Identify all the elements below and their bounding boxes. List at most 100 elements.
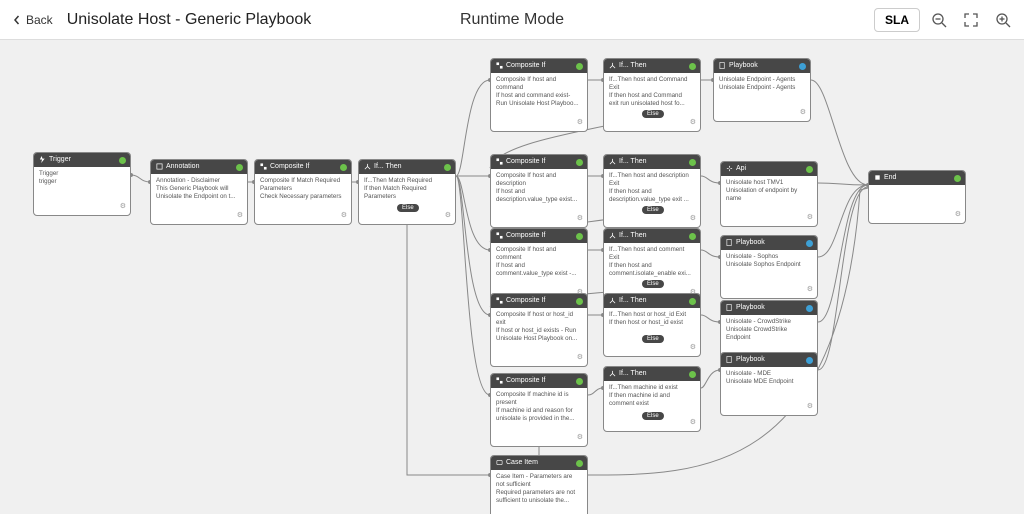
node-line: Unisolate host TMV1	[726, 179, 812, 187]
gear-icon[interactable]: ⚙	[577, 434, 583, 441]
status-dot	[689, 159, 696, 166]
back-label: Back	[26, 13, 53, 27]
node-compE[interactable]: Composite If Composite If machine id isp…	[490, 373, 588, 447]
node-ifC[interactable]: If... Then If...Then host and commentExi…	[603, 228, 701, 302]
status-dot	[576, 378, 583, 385]
status-dot	[576, 460, 583, 467]
node-line: description.value_type exit ...	[609, 196, 695, 204]
node-line: If then host and	[609, 262, 695, 270]
node-line: If host or host_id exists - Run	[496, 327, 582, 335]
node-line: This Generic Playbook will	[156, 185, 242, 193]
node-annotation[interactable]: Annotation Annotation - DisclaimerThis G…	[150, 159, 248, 225]
node-line: Endpoint	[726, 334, 812, 342]
status-dot	[954, 175, 961, 182]
else-pill: Else	[642, 280, 664, 288]
node-line: exit	[496, 319, 582, 327]
node-line: Unisolate - MDE	[726, 370, 812, 378]
node-type: If... Then	[619, 158, 647, 166]
zoom-in-button[interactable]	[990, 7, 1016, 33]
node-line: Unisolate Endpoint - Agents	[719, 84, 805, 92]
gear-icon[interactable]: ⚙	[577, 119, 583, 126]
gear-icon[interactable]: ⚙	[690, 344, 696, 351]
gear-icon[interactable]: ⚙	[445, 212, 451, 219]
playbook-icon	[726, 356, 733, 363]
node-compA[interactable]: Composite If Composite If host andcomman…	[490, 58, 588, 132]
node-line: Unisolate the Endpoint on t...	[156, 193, 242, 201]
gear-icon[interactable]: ⚙	[690, 215, 696, 222]
node-line: Exit	[609, 84, 695, 92]
node-type: Composite If	[506, 297, 545, 305]
node-line: If then host or host_id exist	[609, 319, 695, 327]
status-dot	[689, 63, 696, 70]
composite-icon	[496, 158, 503, 165]
gear-icon[interactable]: ⚙	[690, 119, 696, 126]
node-type: If... Then	[619, 370, 647, 378]
status-dot	[799, 63, 806, 70]
gear-icon[interactable]: ⚙	[237, 212, 243, 219]
node-type: Composite If	[506, 62, 545, 70]
playbook-icon	[726, 239, 733, 246]
node-line: If then host and	[609, 188, 695, 196]
gear-icon[interactable]: ⚙	[807, 286, 813, 293]
node-playA[interactable]: Playbook Unisolate Endpoint - AgentsUnis…	[713, 58, 811, 122]
node-line: sufficient to unisolate the...	[496, 497, 582, 505]
node-case[interactable]: Case Item Case Item - Parameters arenot …	[490, 455, 588, 514]
composite-icon	[260, 163, 267, 170]
node-line: Unisolate Endpoint - Agents	[719, 76, 805, 84]
node-line: Unisolate CrowdStrike	[726, 326, 812, 334]
gear-icon[interactable]: ⚙	[807, 214, 813, 221]
else-pill: Else	[642, 335, 664, 343]
status-dot	[444, 164, 451, 171]
zoom-out-button[interactable]	[926, 7, 952, 33]
zoom-out-icon	[931, 12, 947, 28]
node-line: If machine id and reason for	[496, 407, 582, 415]
node-line: If host and	[496, 188, 582, 196]
node-line: If...Then machine id exist	[609, 384, 695, 392]
node-ifB[interactable]: If... Then If...Then host and descriptio…	[603, 154, 701, 228]
else-pill: Else	[397, 204, 419, 212]
status-dot	[576, 159, 583, 166]
node-line: If host and command exist-	[496, 92, 582, 100]
node-line: Check Necessary parameters	[260, 193, 346, 201]
node-comp0[interactable]: Composite If Composite If Match Required…	[254, 159, 352, 225]
node-type: Trigger	[49, 156, 71, 164]
fit-icon	[963, 12, 979, 28]
node-compD[interactable]: Composite If Composite If host or host_i…	[490, 293, 588, 367]
else-pill: Else	[642, 110, 664, 118]
status-dot	[806, 166, 813, 173]
node-compB[interactable]: Composite If Composite If host anddescri…	[490, 154, 588, 228]
node-compC[interactable]: Composite If Composite If host andcommen…	[490, 228, 588, 302]
node-ifE[interactable]: If... Then If...Then machine id existIf …	[603, 366, 701, 432]
fit-screen-button[interactable]	[958, 7, 984, 33]
node-type: Playbook	[736, 356, 765, 364]
node-type: Api	[736, 165, 746, 173]
gear-icon[interactable]: ⚙	[800, 109, 806, 116]
node-line: trigger	[39, 178, 125, 186]
playbook-canvas[interactable]: Trigger Triggertrigger ⚙ Annotation Anno…	[0, 40, 1024, 514]
node-playC[interactable]: Playbook Unisolate - SophosUnisolate Sop…	[720, 235, 818, 299]
node-type: Composite If	[506, 377, 545, 385]
composite-icon	[496, 377, 503, 384]
node-line: Unisolate MDE Endpoint	[726, 378, 812, 386]
node-apiB[interactable]: Api Unisolate host TMV1Unisolation of en…	[720, 161, 818, 227]
node-if0[interactable]: If... Then If...Then Match RequiredIf th…	[358, 159, 456, 225]
gear-icon[interactable]: ⚙	[341, 212, 347, 219]
gear-icon[interactable]: ⚙	[955, 211, 961, 218]
gear-icon[interactable]: ⚙	[807, 403, 813, 410]
node-trigger[interactable]: Trigger Triggertrigger ⚙	[33, 152, 131, 216]
node-ifD[interactable]: If... Then If...Then host or host_id Exi…	[603, 293, 701, 357]
node-ifA[interactable]: If... Then If...Then host and CommandExi…	[603, 58, 701, 132]
node-type: End	[884, 174, 896, 182]
status-dot	[806, 357, 813, 364]
back-button[interactable]: Back	[8, 9, 57, 31]
node-line: If...Then host or host_id Exit	[609, 311, 695, 319]
node-type: If... Then	[619, 62, 647, 70]
sla-button[interactable]: SLA	[874, 8, 920, 32]
gear-icon[interactable]: ⚙	[690, 419, 696, 426]
gear-icon[interactable]: ⚙	[120, 203, 126, 210]
node-playE[interactable]: Playbook Unisolate - MDEUnisolate MDE En…	[720, 352, 818, 416]
status-dot	[576, 233, 583, 240]
node-end[interactable]: End ⚙	[868, 170, 966, 224]
gear-icon[interactable]: ⚙	[577, 354, 583, 361]
gear-icon[interactable]: ⚙	[577, 215, 583, 222]
